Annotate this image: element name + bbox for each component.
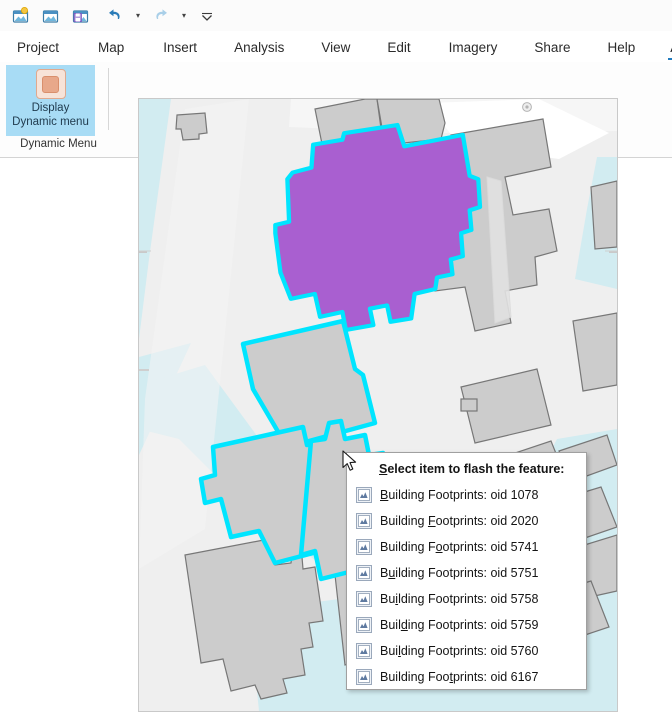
tab-analysis[interactable]: Analysis bbox=[234, 40, 284, 62]
flash-feature-icon bbox=[356, 513, 372, 529]
tab-imagery[interactable]: Imagery bbox=[449, 40, 498, 62]
quick-access-toolbar: ▾ ▾ bbox=[0, 0, 672, 31]
tab-label: Analysis bbox=[234, 40, 284, 55]
dynamic-context-menu[interactable]: Select item to flash the feature: Buildi… bbox=[346, 452, 587, 690]
flash-feature-icon bbox=[356, 539, 372, 555]
display-dynamic-menu-button[interactable]: Display Dynamic menu bbox=[6, 65, 95, 136]
customize-quick-access-toolbar-icon[interactable] bbox=[192, 3, 222, 29]
building-polygon bbox=[461, 399, 477, 411]
tab-insert[interactable]: Insert bbox=[163, 40, 197, 62]
flash-feature-icon bbox=[356, 617, 372, 633]
ribbon-group-divider bbox=[108, 68, 109, 130]
context-menu-header: Select item to flash the feature: bbox=[347, 456, 586, 482]
tree-point-marker bbox=[523, 103, 532, 112]
menu-item-label: Building Footprints: oid 5760 bbox=[380, 644, 538, 658]
save-project-icon[interactable] bbox=[66, 3, 96, 29]
menu-item-oid-6167[interactable]: Building Footprints: oid 6167 bbox=[347, 664, 586, 690]
ribbon-tab-strip: Project Map Insert Analysis View Edit Im… bbox=[0, 31, 672, 62]
tab-view[interactable]: View bbox=[321, 40, 350, 62]
menu-item-label: Building Footprints: oid 6167 bbox=[380, 670, 538, 684]
tab-map[interactable]: Map bbox=[98, 40, 124, 62]
menu-item-label: Building Footprints: oid 5751 bbox=[380, 566, 538, 580]
menu-item-oid-5741[interactable]: Building Footprints: oid 5741 bbox=[347, 534, 586, 560]
menu-item-oid-5758[interactable]: Building Footprints: oid 5758 bbox=[347, 586, 586, 612]
tab-share[interactable]: Share bbox=[534, 40, 570, 62]
undo-dropdown-icon[interactable]: ▾ bbox=[130, 3, 146, 29]
ribbon-group-dynamic-menu: Display Dynamic menu Dynamic Menu bbox=[0, 62, 117, 157]
menu-item-label: Building Footprints: oid 1078 bbox=[380, 488, 538, 502]
tab-label: View bbox=[321, 40, 350, 55]
header-text: elect item to flash the feature: bbox=[387, 462, 564, 476]
menu-item-label: Building Footprints: oid 5759 bbox=[380, 618, 538, 632]
application-window: ▾ ▾ Project Map Insert Analysis View Edi… bbox=[0, 0, 672, 712]
menu-item-oid-5751[interactable]: Building Footprints: oid 5751 bbox=[347, 560, 586, 586]
flash-feature-icon bbox=[356, 669, 372, 685]
tab-label: Share bbox=[534, 40, 570, 55]
building-polygon bbox=[591, 181, 617, 249]
flash-feature-icon bbox=[356, 487, 372, 503]
new-project-icon[interactable] bbox=[6, 3, 36, 29]
orange-rounded-square-icon bbox=[36, 69, 66, 99]
menu-item-label: Building Footprints: oid 5741 bbox=[380, 540, 538, 554]
tab-project[interactable]: Project bbox=[17, 40, 59, 62]
tab-label: Insert bbox=[163, 40, 197, 55]
flash-feature-icon bbox=[356, 591, 372, 607]
display-dynamic-menu-label: Display Dynamic menu bbox=[12, 101, 89, 129]
ribbon-group-title: Dynamic Menu bbox=[0, 138, 117, 150]
flash-feature-icon bbox=[356, 565, 372, 581]
tab-help[interactable]: Help bbox=[607, 40, 635, 62]
tab-label: Imagery bbox=[449, 40, 498, 55]
menu-item-oid-2020[interactable]: Building Footprints: oid 2020 bbox=[347, 508, 586, 534]
open-project-icon[interactable] bbox=[36, 3, 66, 29]
flash-feature-icon bbox=[356, 643, 372, 659]
header-mnemonic: S bbox=[379, 462, 387, 476]
undo-icon[interactable] bbox=[100, 3, 130, 29]
menu-item-oid-5759[interactable]: Building Footprints: oid 5759 bbox=[347, 612, 586, 638]
tab-label: Help bbox=[607, 40, 635, 55]
redo-dropdown-icon[interactable]: ▾ bbox=[176, 3, 192, 29]
menu-item-label: Building Footprints: oid 5758 bbox=[380, 592, 538, 606]
button-label-line1: Display bbox=[32, 102, 70, 114]
menu-item-oid-5760[interactable]: Building Footprints: oid 5760 bbox=[347, 638, 586, 664]
tab-edit[interactable]: Edit bbox=[387, 40, 410, 62]
tab-label: Map bbox=[98, 40, 124, 55]
menu-item-oid-1078[interactable]: Building Footprints: oid 1078 bbox=[347, 482, 586, 508]
tab-label: Edit bbox=[387, 40, 410, 55]
button-label-line2: Dynamic menu bbox=[12, 116, 89, 128]
redo-icon[interactable] bbox=[146, 3, 176, 29]
menu-item-label: Building Footprints: oid 2020 bbox=[380, 514, 538, 528]
tab-label: Project bbox=[17, 40, 59, 55]
